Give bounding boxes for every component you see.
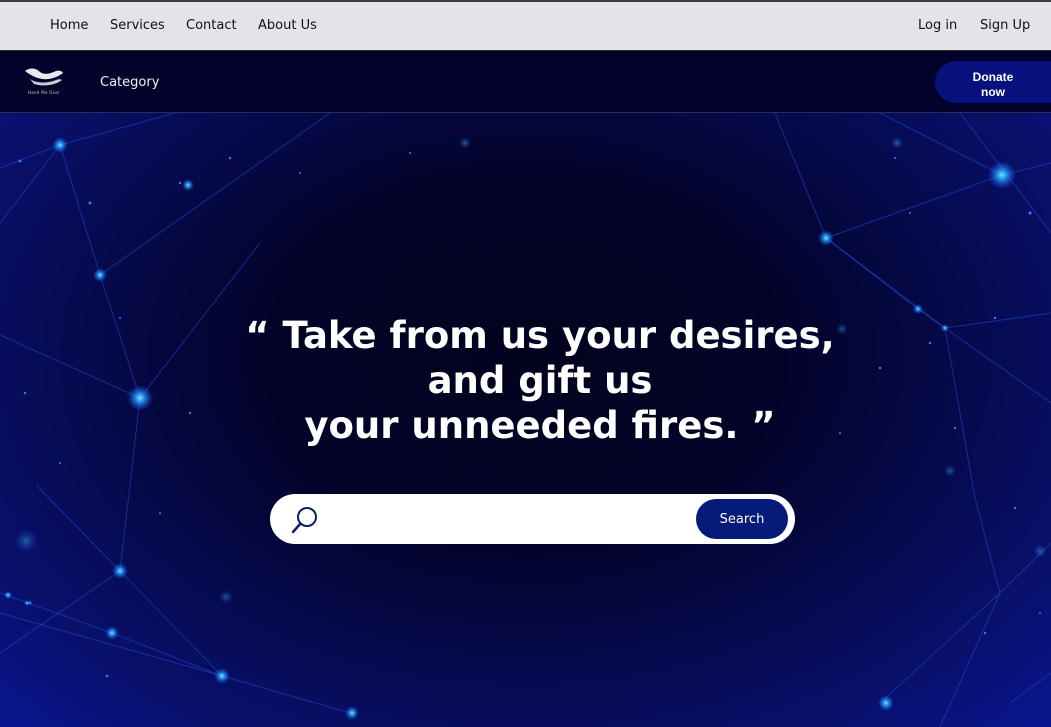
quote-line-3: your unneeded fires. ” xyxy=(304,404,776,447)
hero-quote: “ Take from us your desires, and gift us… xyxy=(200,313,880,448)
nav-link-about-us[interactable]: About Us xyxy=(258,18,317,33)
quote-line-1: “ Take from us your desires, xyxy=(245,314,835,357)
category-menu[interactable]: Category xyxy=(100,75,159,90)
donate-now-button[interactable]: Donate now xyxy=(935,61,1051,103)
search-icon xyxy=(291,507,317,534)
nav-link-contact[interactable]: Contact xyxy=(186,18,237,33)
nav-link-services[interactable]: Services xyxy=(110,18,165,33)
quote-line-2: and gift us xyxy=(427,359,653,402)
donate-label-line2: now xyxy=(981,85,1005,99)
search-button[interactable]: Search xyxy=(696,499,788,539)
top-navigation-bar: Home Services Contact About Us Log in Si… xyxy=(0,0,1051,51)
hero-section: “ Take from us your desires, and gift us… xyxy=(0,113,1051,727)
logo-text: Hand Me Over xyxy=(27,90,61,95)
signup-link[interactable]: Sign Up xyxy=(980,18,1030,33)
search-bar: Search xyxy=(270,494,795,544)
search-input[interactable] xyxy=(332,504,692,534)
hand-logo-icon xyxy=(25,68,63,86)
nav-link-home[interactable]: Home xyxy=(50,18,88,33)
donate-label-line1: Donate xyxy=(972,70,1014,84)
login-link[interactable]: Log in xyxy=(918,18,957,33)
main-navigation-bar: Hand Me Over Category Donate now xyxy=(0,51,1051,113)
site-logo[interactable]: Hand Me Over xyxy=(22,65,66,97)
